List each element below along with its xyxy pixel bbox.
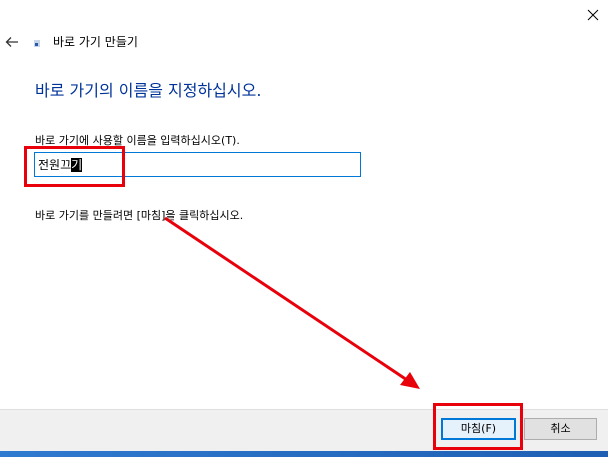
shortcut-name-text: 전원끄 — [38, 157, 72, 172]
annotation-arrow — [164, 216, 420, 389]
back-arrow-icon — [5, 37, 18, 47]
wizard-title: 바로 가기 만들기 — [53, 35, 138, 49]
wizard-footer — [0, 409, 608, 457]
shortcut-name-label: 바로 가기에 사용할 이름을 입력하십시오(T). — [35, 134, 240, 147]
shortcut-wizard-icon — [34, 40, 40, 47]
shortcut-name-selection: 기 — [71, 157, 83, 172]
close-icon — [587, 9, 599, 21]
finish-instruction: 바로 가기를 만들려면 [마침]을 클릭하십시오. — [35, 209, 244, 222]
shortcut-name-input[interactable]: 전원끄기 — [34, 152, 361, 177]
taskbar-strip — [0, 451, 608, 457]
page-heading: 바로 가기의 이름을 지정하십시오. — [35, 81, 262, 100]
cancel-button[interactable]: 취소 — [524, 418, 597, 440]
close-button[interactable] — [578, 0, 608, 30]
shortcut-name-value: 전원끄기 — [38, 157, 83, 173]
finish-button[interactable]: 마침(F) — [441, 418, 516, 440]
back-button[interactable] — [3, 33, 21, 51]
